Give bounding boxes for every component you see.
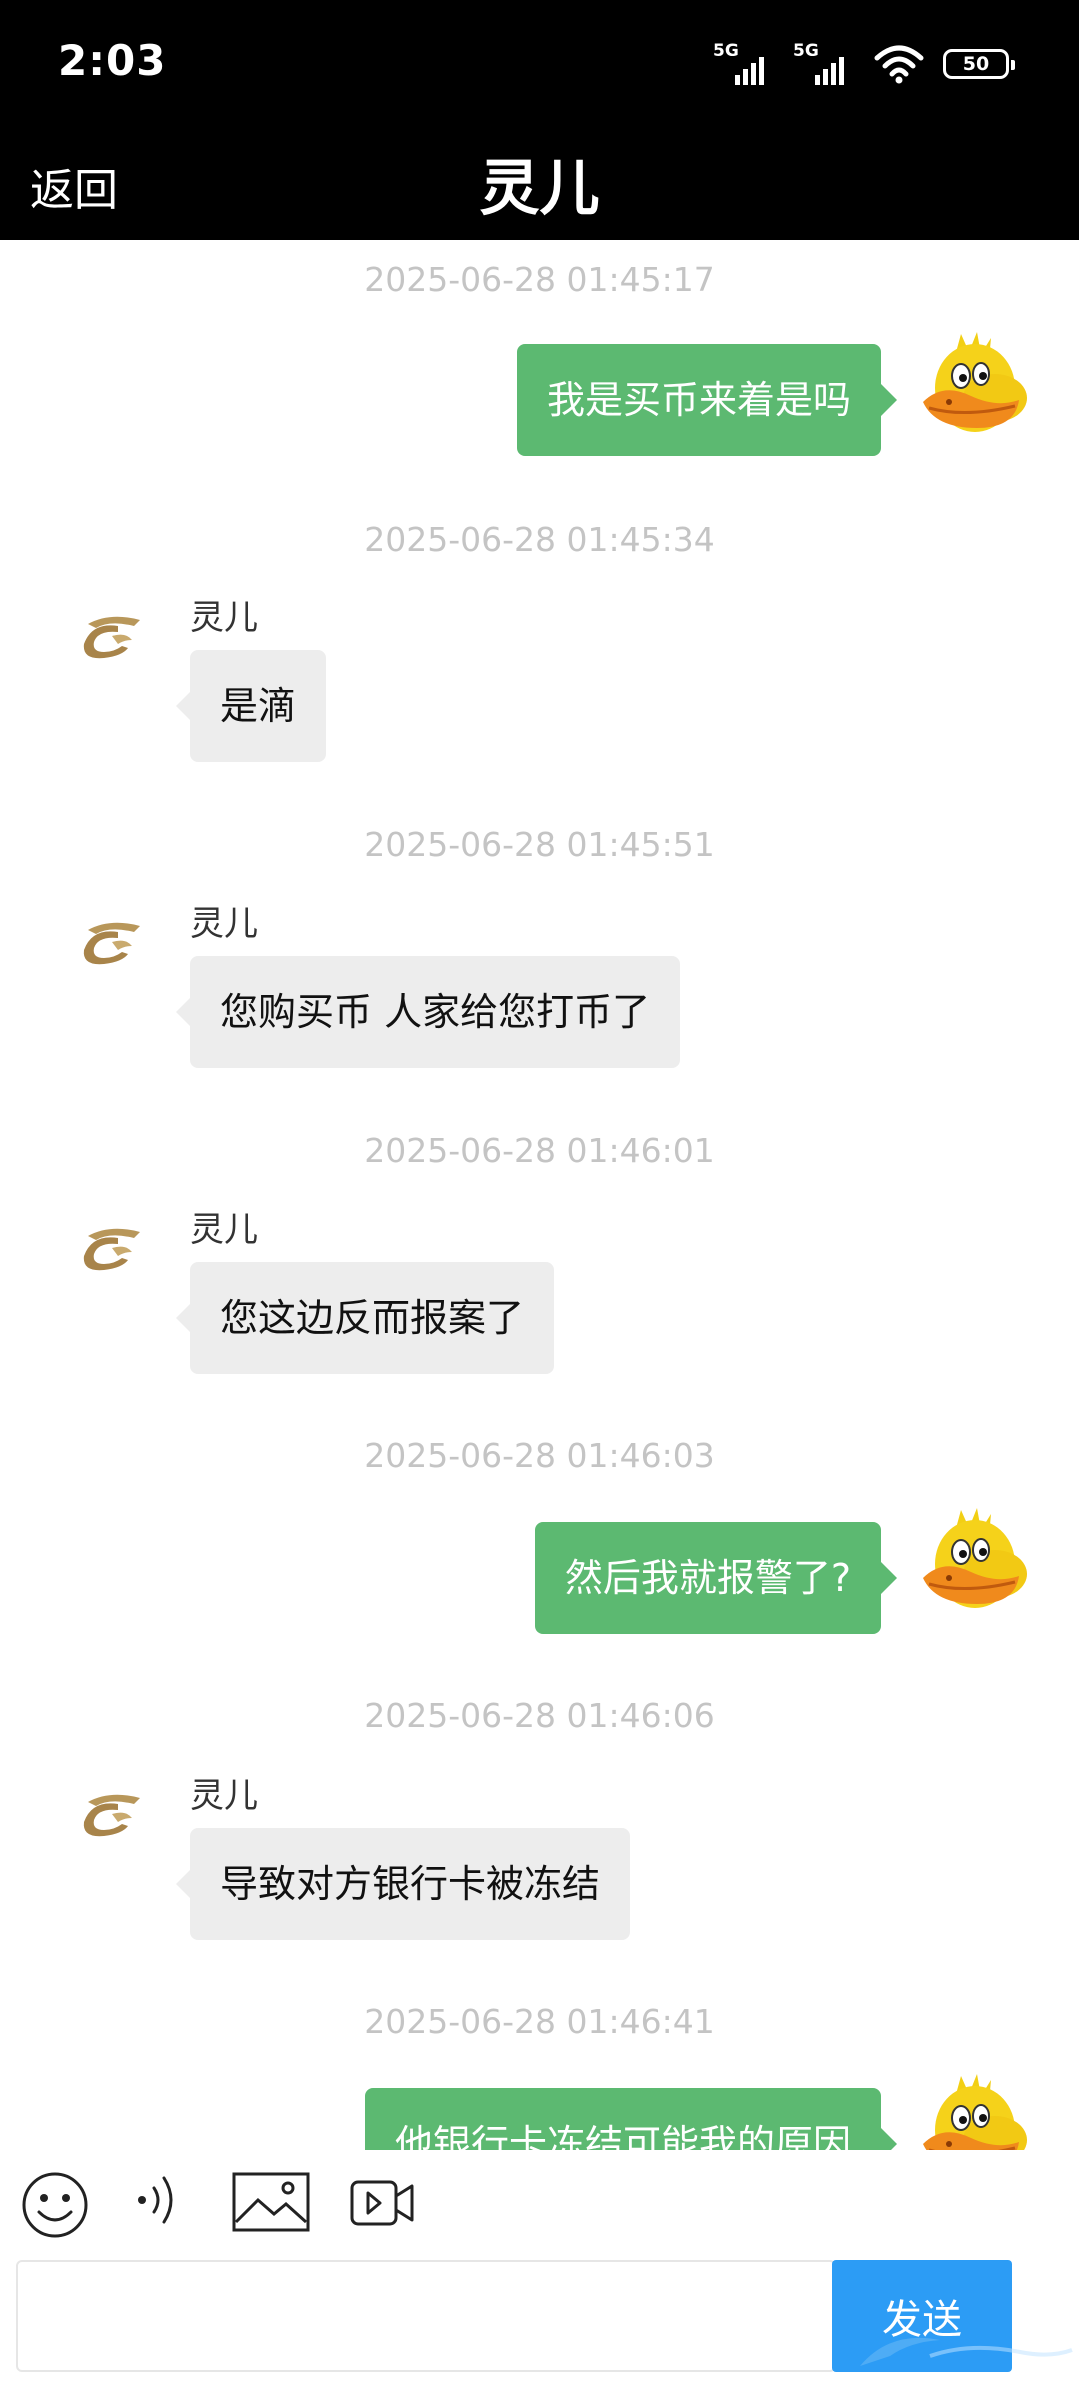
page-title: 灵儿 bbox=[479, 154, 600, 224]
message-timestamp: 2025-06-28 01:45:34 bbox=[364, 520, 715, 559]
chat-area[interactable]: 2025-06-28 01:45:17 我是买币来着是吗 2025-06-28 … bbox=[0, 240, 1079, 2150]
signal-5g-icon: 5G bbox=[713, 41, 775, 85]
nav-bar: 返回 灵儿 bbox=[0, 130, 1079, 240]
message-bubble-incoming[interactable]: 您购买币 人家给您打币了 bbox=[175, 956, 681, 1068]
sender-name: 灵儿 bbox=[190, 1210, 258, 1250]
avatar[interactable] bbox=[915, 2070, 1039, 2150]
emoji-icon[interactable] bbox=[20, 2170, 90, 2240]
sender-name: 灵儿 bbox=[190, 598, 258, 638]
composer: 发送 bbox=[0, 2250, 1079, 2400]
status-time: 2:03 bbox=[58, 36, 167, 85]
signal-5g-icon: 5G bbox=[793, 41, 855, 85]
send-button[interactable]: 发送 bbox=[832, 2260, 1012, 2372]
image-icon[interactable] bbox=[232, 2172, 310, 2232]
message-input[interactable] bbox=[16, 2260, 836, 2372]
message-timestamp: 2025-06-28 01:46:01 bbox=[364, 1131, 715, 1170]
avatar[interactable] bbox=[915, 328, 1039, 452]
message-bubble-outgoing[interactable]: 我是买币来着是吗 bbox=[516, 344, 898, 456]
voice-icon[interactable] bbox=[130, 2168, 190, 2232]
avatar[interactable] bbox=[74, 1222, 146, 1282]
composer-toolbar bbox=[0, 2150, 1079, 2250]
message-bubble-incoming[interactable]: 您这边反而报案了 bbox=[175, 1262, 555, 1374]
battery-icon: 50 bbox=[943, 49, 1015, 79]
avatar[interactable] bbox=[74, 610, 146, 670]
status-icons: 5G 5G 50 bbox=[713, 40, 1015, 88]
message-timestamp: 2025-06-28 01:45:17 bbox=[364, 260, 715, 299]
avatar[interactable] bbox=[915, 1504, 1039, 1628]
avatar[interactable] bbox=[74, 916, 146, 976]
message-bubble-outgoing[interactable]: 他银行卡冻结可能我的原因 bbox=[364, 2088, 898, 2150]
message-timestamp: 2025-06-28 01:46:41 bbox=[364, 2002, 715, 2041]
status-bar: 2:03 5G 5G 50 bbox=[0, 0, 1079, 130]
message-timestamp: 2025-06-28 01:46:06 bbox=[364, 1696, 715, 1735]
sender-name: 灵儿 bbox=[190, 1776, 258, 1816]
message-bubble-outgoing[interactable]: 然后我就报警了? bbox=[534, 1522, 898, 1634]
message-timestamp: 2025-06-28 01:45:51 bbox=[364, 825, 715, 864]
avatar[interactable] bbox=[74, 1788, 146, 1848]
video-icon[interactable] bbox=[350, 2178, 416, 2228]
message-timestamp: 2025-06-28 01:46:03 bbox=[364, 1436, 715, 1475]
battery-level: 50 bbox=[962, 53, 990, 75]
message-bubble-incoming[interactable]: 导致对方银行卡被冻结 bbox=[175, 1828, 631, 1940]
message-bubble-incoming[interactable]: 是滴 bbox=[175, 650, 327, 762]
wifi-icon bbox=[874, 45, 924, 84]
sender-name: 灵儿 bbox=[190, 904, 258, 944]
